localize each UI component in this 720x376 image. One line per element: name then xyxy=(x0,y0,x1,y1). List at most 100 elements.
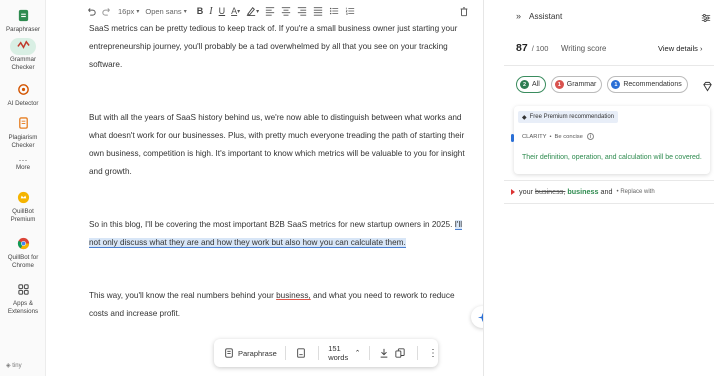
recommendation-card[interactable]: ◆ Free Premium recommendation CLARITY • … xyxy=(511,106,710,174)
align-right-button[interactable] xyxy=(297,3,307,19)
view-details-link[interactable]: View details › xyxy=(658,44,702,53)
grammar-checker-icon xyxy=(16,40,30,49)
score-max: / 100 xyxy=(531,44,549,53)
fix-replacement-text[interactable]: business xyxy=(567,187,598,196)
summarize-button[interactable] xyxy=(296,348,310,358)
score-label: Writing score xyxy=(561,44,607,53)
fix-context-before: your xyxy=(519,187,533,196)
premium-badge: ◆ Free Premium recommendation xyxy=(518,111,618,123)
tiny-icon: ◈ xyxy=(6,363,11,369)
chevron-down-icon: ▾ xyxy=(183,8,187,15)
sidebar-item-grammar-checker[interactable]: Grammar Checker xyxy=(0,38,46,72)
sidebar-item-label: Paraphraser xyxy=(5,26,41,33)
download-icon xyxy=(380,348,388,358)
plagiarism-checker-icon xyxy=(18,117,28,129)
copy-button[interactable] xyxy=(395,348,409,358)
align-center-button[interactable] xyxy=(281,3,291,19)
settings-sliders-icon[interactable] xyxy=(701,10,711,28)
grammar-fix-suggestion[interactable]: your business, business and • Replace wi… xyxy=(519,187,655,196)
paragraph: But with all the years of SaaS history b… xyxy=(89,113,465,176)
align-left-icon xyxy=(265,7,275,16)
paragraph-text: So in this blog, I'll be covering the mo… xyxy=(89,220,455,229)
paraphrase-button[interactable]: Paraphrase xyxy=(224,348,277,358)
paraphrase-icon xyxy=(225,348,233,358)
info-icon[interactable]: i xyxy=(586,133,594,140)
premium-badge-label: Free Premium recommendation xyxy=(529,114,614,120)
sidebar-item-chrome[interactable]: QuillBot for Chrome xyxy=(0,236,46,270)
font-size-select[interactable]: 16px ▾ xyxy=(118,3,139,19)
redo-button[interactable] xyxy=(102,3,112,19)
floating-toolbar: Paraphrase 151 words ⌃ ⋮ xyxy=(214,339,438,367)
app-root: Paraphraser Grammar Checker AI Detector … xyxy=(0,0,720,376)
font-family-value: Open sans xyxy=(145,6,182,16)
category-line: CLARITY • Be concise i xyxy=(522,133,594,140)
paragraph-text: This way, you'll know the real numbers b… xyxy=(89,291,277,300)
sidebar-item-label: QuillBot Premium xyxy=(10,208,36,223)
sidebar-item-label: Apps & Extensions xyxy=(7,300,39,315)
copy-icon xyxy=(395,348,405,358)
suggestion-text[interactable]: Their definition, operation, and calcula… xyxy=(522,154,702,161)
chevron-down-icon: ▾ xyxy=(237,8,241,15)
sidebar-item-ai-detector[interactable]: AI Detector xyxy=(0,82,46,108)
tab-label: Recommendations xyxy=(623,81,682,88)
grammar-error-word[interactable]: business, xyxy=(276,291,311,300)
bold-button[interactable]: B xyxy=(197,3,204,19)
font-family-select[interactable]: Open sans ▾ xyxy=(145,3,186,19)
writing-score: 87 / 100 xyxy=(516,42,548,54)
font-size-value: 16px xyxy=(118,6,135,16)
paragraph: SaaS metrics can be pretty tedious to ke… xyxy=(89,24,458,69)
sidebar-item-quillbot-premium[interactable]: QuillBot Premium xyxy=(0,190,46,224)
tiny-label: tiny xyxy=(12,363,22,369)
replace-hint: • Replace with xyxy=(616,188,655,195)
more-options-button[interactable]: ⋮ xyxy=(428,348,438,359)
tab-all[interactable]: 2 All xyxy=(516,76,546,93)
error-indicator-icon xyxy=(511,189,515,195)
chevron-down-icon: ▾ xyxy=(136,8,140,15)
download-button[interactable] xyxy=(379,348,393,358)
italic-button[interactable]: I xyxy=(209,3,212,19)
align-left-button[interactable] xyxy=(265,3,275,19)
highlight-button[interactable]: ▾ xyxy=(246,3,259,19)
sidebar-item-apps-extensions[interactable]: Apps & Extensions xyxy=(0,282,46,316)
premium-diamond-icon[interactable] xyxy=(702,79,713,97)
sidebar-item-paraphraser[interactable]: Paraphraser xyxy=(0,8,46,34)
undo-button[interactable] xyxy=(86,3,96,19)
kebab-icon: ⋮ xyxy=(427,347,438,359)
undo-icon xyxy=(88,8,96,16)
left-sidebar: Paraphraser Grammar Checker AI Detector … xyxy=(0,0,46,376)
numbered-list-button[interactable] xyxy=(345,3,355,19)
sidebar-item-more[interactable]: ··· More xyxy=(0,156,46,172)
delete-button[interactable] xyxy=(459,3,469,19)
count-badge: 1 xyxy=(554,80,564,89)
divider xyxy=(504,180,714,181)
score-value: 87 xyxy=(516,42,528,54)
paraphrase-label: Paraphrase xyxy=(238,348,277,358)
bullet-list-icon xyxy=(330,7,339,15)
format-toolbar: 16px ▾ Open sans ▾ B I U A ▾ ▾ xyxy=(86,2,486,20)
tab-grammar[interactable]: 1 Grammar xyxy=(550,76,603,93)
fix-context-after: and xyxy=(600,187,613,196)
bullet-list-button[interactable] xyxy=(329,3,339,19)
chrome-icon xyxy=(17,237,29,250)
text-color-button[interactable]: A ▾ xyxy=(231,3,240,19)
replace-action-label: Replace with xyxy=(620,188,655,195)
view-details-label: View details xyxy=(658,44,698,53)
underline-button[interactable]: U xyxy=(219,3,226,19)
paraphraser-icon xyxy=(18,9,28,22)
subcategory-label: Be concise xyxy=(554,133,583,140)
document-icon xyxy=(296,348,305,358)
card-indicator xyxy=(511,134,514,142)
sidebar-item-plagiarism-checker[interactable]: Plagiarism Checker xyxy=(0,116,46,150)
tab-recommendations[interactable]: 1 Recommendations xyxy=(607,76,688,93)
document-body[interactable]: SaaS metrics can be pretty tedious to ke… xyxy=(89,20,469,323)
assistant-title: Assistant xyxy=(529,11,563,21)
more-icon: ··· xyxy=(18,155,28,165)
paragraph: So in this blog, I'll be covering the mo… xyxy=(89,216,469,252)
premium-icon xyxy=(17,191,29,204)
tiny-logo: ◈ tiny xyxy=(6,362,22,369)
collapse-panel-icon[interactable]: » xyxy=(516,11,521,21)
chevron-right-icon: › xyxy=(699,44,703,53)
word-count-toggle[interactable]: 151 words ⌃ xyxy=(328,344,360,362)
align-justify-button[interactable] xyxy=(313,3,323,19)
sidebar-item-label: QuillBot for Chrome xyxy=(7,254,39,269)
